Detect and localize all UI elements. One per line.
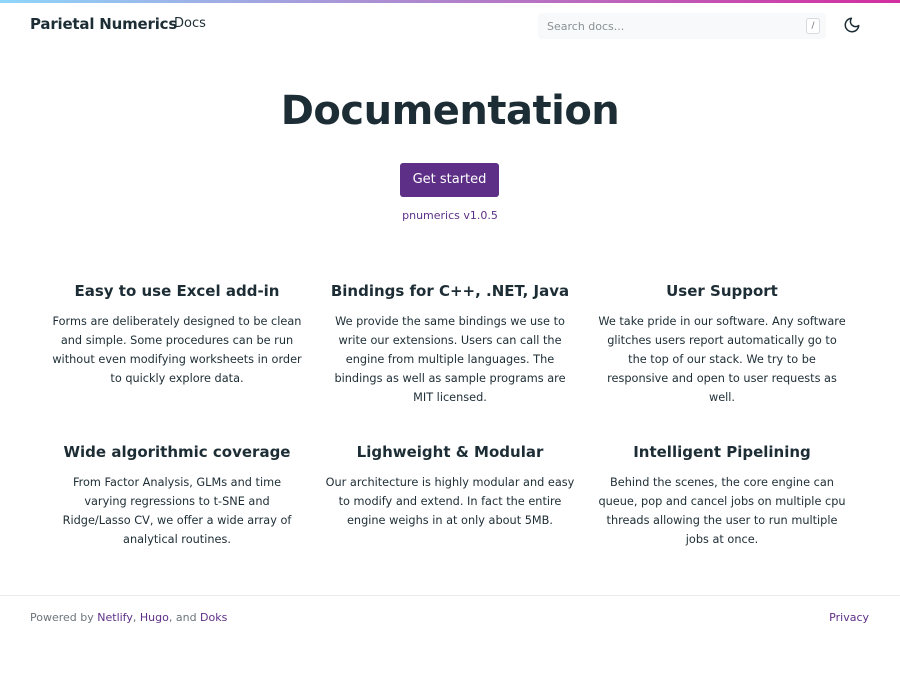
feature-text: Our architecture is highly modular and e… xyxy=(325,476,575,527)
version-label: pnumerics v1.0.5 xyxy=(402,209,498,222)
footer-divider xyxy=(0,595,900,596)
doks-link[interactable]: Doks xyxy=(200,611,227,624)
feature-title: User Support xyxy=(666,282,778,300)
feature-text: We take pride in our software. Any softw… xyxy=(598,315,846,404)
search-box: / xyxy=(538,13,826,39)
feature-card: Easy to use Excel add-in Forms are delib… xyxy=(52,282,302,388)
powered-by-text: Powered by xyxy=(30,611,98,624)
moon-icon[interactable] xyxy=(843,16,861,34)
feature-card: User Support We take pride in our softwa… xyxy=(597,282,847,407)
page-title: Documentation xyxy=(280,88,620,134)
nav-link-docs[interactable]: Docs xyxy=(174,16,206,31)
search-shortcut-key: / xyxy=(806,18,820,34)
feature-card: Intelligent Pipelining Behind the scenes… xyxy=(597,443,847,549)
search-input[interactable] xyxy=(538,13,788,39)
footer-separator: , xyxy=(132,611,140,624)
netlify-link[interactable]: Netlify xyxy=(97,611,133,624)
brand-logo[interactable]: Parietal Numerics xyxy=(30,15,177,33)
feature-text: Behind the scenes, the core engine can q… xyxy=(598,476,846,546)
feature-card: Wide algorithmic coverage From Factor An… xyxy=(52,443,302,549)
feature-title: Bindings for C++, .NET, Java xyxy=(330,282,570,300)
feature-title: Wide algorithmic coverage xyxy=(63,443,291,461)
get-started-button[interactable]: Get started xyxy=(400,163,499,197)
feature-title: Intelligent Pipelining xyxy=(633,443,811,461)
feature-title: Lighweight & Modular xyxy=(356,443,544,461)
feature-card: Lighweight & Modular Our architecture is… xyxy=(325,443,575,530)
feature-card: Bindings for C++, .NET, Java We provide … xyxy=(325,282,575,407)
feature-text: Forms are deliberately designed to be cl… xyxy=(52,315,302,385)
feature-text: From Factor Analysis, GLMs and time vary… xyxy=(62,476,292,546)
feature-text: We provide the same bindings we use to w… xyxy=(334,315,566,404)
footer-separator: , and xyxy=(168,611,201,624)
privacy-link[interactable]: Privacy xyxy=(829,611,869,624)
footer-credits: Powered by Netlify, Hugo, and Doks xyxy=(30,611,227,624)
navbar: Parietal Numerics Docs / xyxy=(0,3,900,49)
feature-title: Easy to use Excel add-in xyxy=(74,282,280,300)
hugo-link[interactable]: Hugo xyxy=(140,611,169,624)
